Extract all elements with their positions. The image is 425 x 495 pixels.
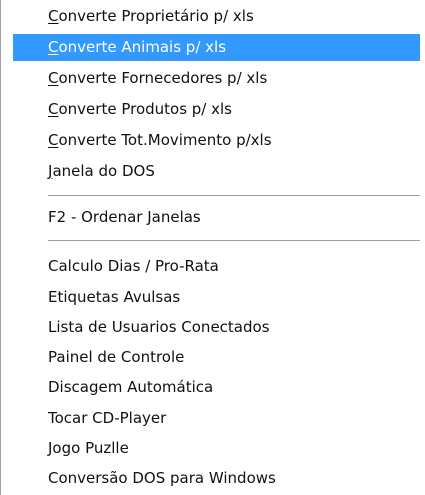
menu-item-label: onverte Tot.Movimento p/xls bbox=[58, 131, 272, 149]
menu-item-accelerator: C bbox=[48, 69, 59, 87]
menu-item-label: Calculo Dias / Pro-Rata bbox=[48, 257, 219, 275]
menu-item-label: Painel de Controle bbox=[48, 348, 185, 366]
menu-separator bbox=[48, 240, 420, 242]
menu-item-accelerator: C bbox=[48, 38, 59, 56]
menu-item-label: anela do DOS bbox=[52, 162, 155, 180]
menu-item-label: Tocar CD-Player bbox=[48, 409, 167, 427]
menu-item-accelerator: C bbox=[48, 131, 59, 149]
menu-item-converte-produtos[interactable]: Converte Produtos p/ xls bbox=[13, 96, 420, 123]
menu-item-lista-usuarios[interactable]: Lista de Usuarios Conectados bbox=[13, 314, 420, 341]
menu-item-label: Lista de Usuarios Conectados bbox=[48, 318, 270, 336]
menu-item-janela-do-dos[interactable]: Janela do DOS bbox=[13, 158, 420, 185]
menu-item-label: onverte Proprietário p/ xls bbox=[58, 7, 254, 25]
menu-item-label: F2 - Ordenar Janelas bbox=[48, 208, 201, 226]
menu-separator bbox=[48, 195, 420, 197]
menu-item-accelerator: C bbox=[48, 100, 59, 118]
menu-item-tocar-cd-player[interactable]: Tocar CD-Player bbox=[13, 405, 420, 432]
menu-item-label: onverte Animais p/ xls bbox=[58, 38, 227, 56]
menu-item-label: Discagem Automática bbox=[48, 378, 214, 396]
menu-item-label: Jogo Puzlle bbox=[48, 439, 129, 457]
menu-item-converte-proprietario[interactable]: Converte Proprietário p/ xls bbox=[13, 3, 420, 30]
menu-item-accelerator: C bbox=[48, 7, 59, 25]
menu-item-label: onverte Produtos p/ xls bbox=[58, 100, 232, 118]
menu-item-converte-fornecedores[interactable]: Converte Fornecedores p/ xls bbox=[13, 65, 420, 92]
menu-item-converte-tot-movimento[interactable]: Converte Tot.Movimento p/xls bbox=[13, 127, 420, 154]
menu-item-jogo-puzlle[interactable]: Jogo Puzlle bbox=[13, 435, 420, 462]
menu-item-painel-de-controle[interactable]: Painel de Controle bbox=[13, 344, 420, 371]
menu-item-ordenar-janelas[interactable]: F2 - Ordenar Janelas bbox=[13, 204, 420, 231]
menu-item-conversao-dos-windows[interactable]: Conversão DOS para Windows bbox=[13, 465, 420, 492]
menu-item-label: onverte Fornecedores p/ xls bbox=[58, 69, 268, 87]
menu-item-calculo-dias[interactable]: Calculo Dias / Pro-Rata bbox=[13, 253, 420, 280]
menu-item-label: Conversão DOS para Windows bbox=[48, 469, 276, 487]
menu-item-converte-animais[interactable]: Converte Animais p/ xls bbox=[13, 34, 420, 61]
menu-item-discagem-automatica[interactable]: Discagem Automática bbox=[13, 374, 420, 401]
menu-item-label: Etiquetas Avulsas bbox=[48, 288, 181, 306]
menu-item-etiquetas-avulsas[interactable]: Etiquetas Avulsas bbox=[13, 284, 420, 311]
context-menu: Converte Proprietário p/ xls Converte An… bbox=[0, 0, 425, 495]
